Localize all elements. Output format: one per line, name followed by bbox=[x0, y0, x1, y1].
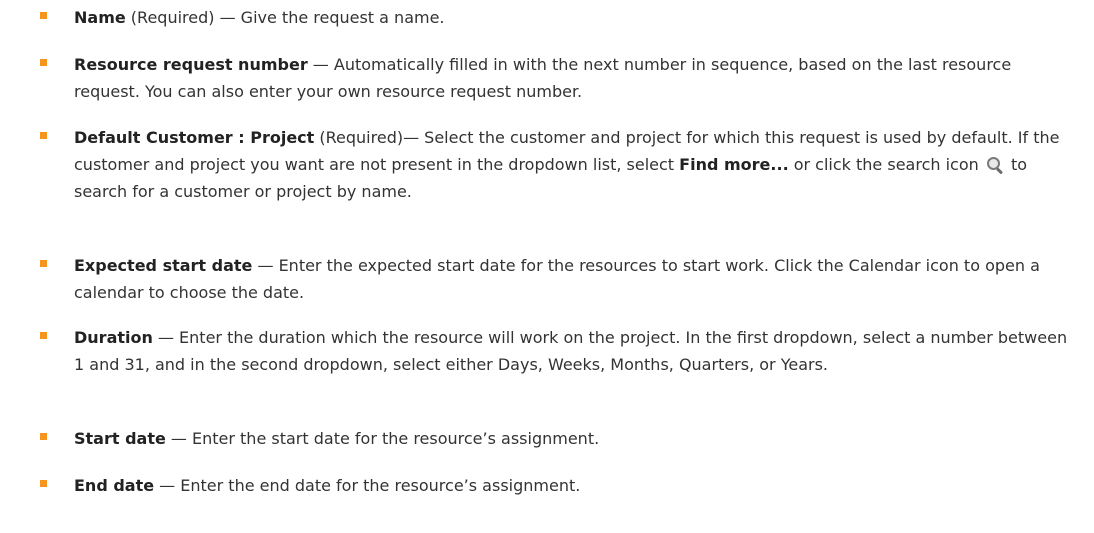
bullet-marker bbox=[40, 433, 47, 440]
list-item-text: Duration — Enter the duration which the … bbox=[40, 324, 1070, 378]
field-description: — Enter the start date for the resource’… bbox=[165, 429, 600, 448]
field-term: Duration bbox=[74, 328, 153, 347]
bullet-marker bbox=[40, 480, 47, 487]
search-icon bbox=[984, 156, 1006, 175]
field-qualifier: (Required) bbox=[125, 8, 215, 27]
bullet-marker bbox=[40, 260, 47, 267]
list-item-text: Resource request number — Automatically … bbox=[40, 51, 1070, 105]
field-description: — Enter the end date for the resource’s … bbox=[154, 476, 581, 495]
field-description-document: Name (Required) — Give the request a nam… bbox=[0, 0, 1094, 533]
bullet-marker bbox=[40, 132, 47, 139]
field-qualifier: (Required) bbox=[314, 128, 404, 147]
list-item-text: Default Customer : Project (Required)— S… bbox=[40, 124, 1070, 205]
field-term: Start date bbox=[74, 429, 166, 448]
list-item-text: Expected start date — Enter the expected… bbox=[40, 252, 1070, 306]
list-item-name: Name (Required) — Give the request a nam… bbox=[40, 4, 1070, 31]
field-description: — Enter the duration which the resource … bbox=[74, 328, 1068, 374]
bullet-marker bbox=[40, 332, 47, 339]
field-term: Default Customer : Project bbox=[74, 128, 315, 147]
field-description-mid: or click the search icon bbox=[788, 155, 984, 174]
field-term: Expected start date bbox=[74, 256, 253, 275]
list-item-default-customer-project: Default Customer : Project (Required)— S… bbox=[40, 124, 1070, 205]
list-item-resource-request-number: Resource request number — Automatically … bbox=[40, 51, 1070, 105]
list-item-text: Start date — Enter the start date for th… bbox=[40, 425, 1070, 452]
field-term: End date bbox=[74, 476, 155, 495]
list-item-text: Name (Required) — Give the request a nam… bbox=[40, 4, 1070, 31]
list-item-text: End date — Enter the end date for the re… bbox=[40, 472, 1070, 499]
field-term: Resource request number bbox=[74, 55, 308, 74]
list-item-duration: Duration — Enter the duration which the … bbox=[40, 324, 1070, 378]
list-item-start-date: Start date — Enter the start date for th… bbox=[40, 425, 1070, 452]
bullet-marker bbox=[40, 12, 47, 19]
bullet-marker bbox=[40, 59, 47, 66]
list-item-expected-start-date: Expected start date — Enter the expected… bbox=[40, 252, 1070, 306]
field-term: Name bbox=[74, 8, 126, 27]
list-item-end-date: End date — Enter the end date for the re… bbox=[40, 472, 1070, 499]
find-more-text: Find more... bbox=[679, 155, 789, 174]
field-description: — Give the request a name. bbox=[214, 8, 445, 27]
